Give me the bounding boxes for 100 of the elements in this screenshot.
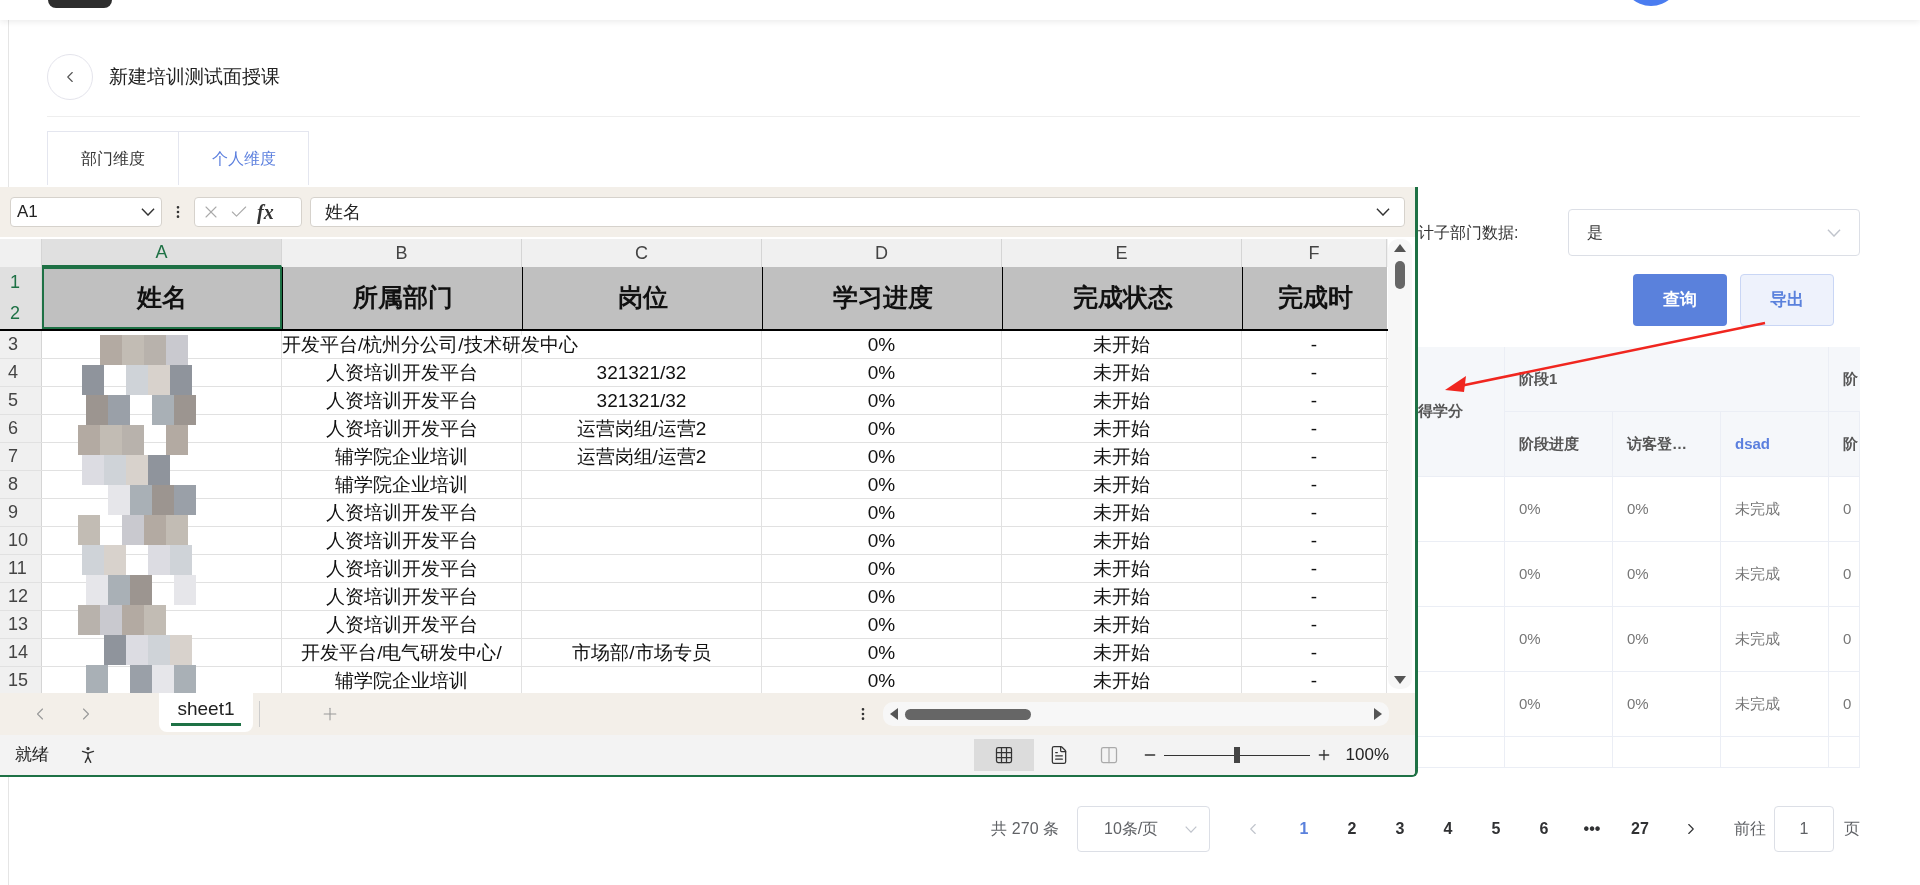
- page-button[interactable]: 1: [1280, 809, 1328, 849]
- table-cell: 未开始: [1093, 335, 1150, 354]
- function-button[interactable]: fx: [257, 197, 274, 227]
- table-cell: 人资培训开发平台: [325, 363, 478, 382]
- normal-view-button[interactable]: [973, 739, 1034, 771]
- filter-select[interactable]: 是: [1568, 209, 1860, 256]
- row-number[interactable]: 6: [0, 415, 42, 442]
- table-cell: 0%: [867, 391, 896, 410]
- header-cell[interactable]: 完成时: [1242, 267, 1387, 329]
- column-header: 得学分: [1418, 401, 1463, 422]
- table-cell: 0%: [867, 587, 896, 606]
- row-number[interactable]: 1: [0, 267, 41, 298]
- header-cell[interactable]: 姓名: [42, 267, 282, 329]
- page-title: 新建培训测试面授课: [109, 64, 280, 89]
- scroll-down-icon[interactable]: [1393, 675, 1407, 685]
- scrollbar-thumb[interactable]: [1395, 261, 1405, 289]
- table-cell: 未开始: [1093, 671, 1150, 690]
- table-cell: 未开始: [1093, 419, 1150, 438]
- table-cell: 0%: [867, 643, 896, 662]
- table-cell-text: 0%: [1519, 498, 1541, 519]
- column-header[interactable]: A: [42, 239, 282, 267]
- table-cell: 321321/32: [596, 363, 687, 382]
- table-cell: 未开始: [1093, 475, 1150, 494]
- column-header: 阶: [1843, 433, 1858, 454]
- page-button[interactable]: 2: [1328, 809, 1376, 849]
- table-cell: 0%: [867, 447, 896, 466]
- zoom-level: 100%: [1345, 744, 1389, 767]
- table-cell: 未开始: [1093, 531, 1150, 550]
- page-button[interactable]: 27: [1616, 809, 1664, 849]
- sheet-tab[interactable]: sheet1: [159, 692, 253, 732]
- scroll-right-icon[interactable]: [1373, 707, 1383, 721]
- page-button[interactable]: •••: [1568, 809, 1616, 849]
- row-number[interactable]: 14: [0, 639, 42, 666]
- name-box[interactable]: A1: [10, 197, 162, 227]
- table-cell-text: 0%: [1519, 628, 1541, 649]
- page-button[interactable]: 3: [1376, 809, 1424, 849]
- grid-icon: [993, 745, 1014, 765]
- tab[interactable]: 部门维度: [47, 131, 178, 185]
- row-number[interactable]: 9: [0, 499, 42, 526]
- row-number[interactable]: 5: [0, 387, 42, 414]
- zoom-slider[interactable]: [1163, 745, 1310, 765]
- header-cell[interactable]: 所属部门: [282, 267, 522, 329]
- header-cell[interactable]: 完成状态: [1002, 267, 1242, 329]
- query-button[interactable]: 查询: [1633, 274, 1727, 326]
- table-cell: 0%: [867, 503, 896, 522]
- table-cell-text: 0%: [1519, 693, 1541, 714]
- table-cell: 未开始: [1093, 447, 1150, 466]
- table-cell: 未开始: [1093, 615, 1150, 634]
- table-cell: 0%: [867, 531, 896, 550]
- table-cell: 人资培训开发平台: [325, 615, 478, 634]
- row-number[interactable]: 13: [0, 611, 42, 638]
- row-number[interactable]: 4: [0, 359, 42, 386]
- scroll-up-icon[interactable]: [1393, 243, 1407, 253]
- table-cell: 0%: [867, 363, 896, 382]
- horizontal-scrollbar[interactable]: [883, 702, 1389, 726]
- table-cell: 开发平台/电气研发中心/: [301, 643, 502, 662]
- table-cell: 0%: [867, 475, 896, 494]
- row-number[interactable]: 7: [0, 443, 42, 470]
- table-cell: 运营岗组/运营2: [576, 447, 707, 466]
- row-number[interactable]: 8: [0, 471, 42, 498]
- tab[interactable]: 个人维度: [178, 131, 309, 185]
- row-number[interactable]: 11: [0, 555, 42, 582]
- formula-field[interactable]: 姓名: [310, 197, 1405, 227]
- chevron-down-icon: [1376, 208, 1390, 216]
- table-cell: 人资培训开发平台: [325, 559, 478, 578]
- total-count: 共 270 条: [991, 819, 1059, 839]
- page-button[interactable]: 6: [1520, 809, 1568, 849]
- slider-thumb[interactable]: [1233, 747, 1240, 763]
- table-cell: 未开始: [1093, 503, 1150, 522]
- filter-label: 计子部门数据:: [1418, 222, 1520, 243]
- page-button[interactable]: 5: [1472, 809, 1520, 849]
- table-cell: 人资培训开发平台: [325, 503, 478, 522]
- table-cell: 未开始: [1093, 363, 1150, 382]
- status-text: 就绪: [15, 744, 49, 767]
- row-number[interactable]: 2: [0, 298, 41, 329]
- chevron-down-icon: [141, 208, 155, 216]
- column-link[interactable]: dsad: [1735, 432, 1770, 455]
- row-number[interactable]: 3: [0, 331, 42, 358]
- header-cell[interactable]: 岗位: [522, 267, 762, 329]
- table-cell: 未开始: [1093, 559, 1150, 578]
- scroll-left-icon[interactable]: [889, 707, 899, 721]
- column-header: 访客登…: [1627, 433, 1687, 454]
- table-cell: 321321/32: [596, 391, 687, 410]
- row-number[interactable]: 10: [0, 527, 42, 554]
- table-cell-text: 0: [1843, 628, 1852, 649]
- table-cell: 人资培训开发平台: [325, 419, 478, 438]
- goto-page-field[interactable]: 1: [1774, 806, 1834, 852]
- vertical-scrollbar[interactable]: [1388, 239, 1412, 689]
- table-cell: 市场部/市场专员: [572, 643, 711, 662]
- table-cell: 未开始: [1093, 391, 1150, 410]
- page-size-select[interactable]: 10条/页: [1077, 806, 1210, 852]
- column-header: 阶段进度: [1519, 433, 1579, 454]
- page-button[interactable]: 4: [1424, 809, 1472, 849]
- scrollbar-thumb[interactable]: [905, 708, 1031, 720]
- row-number[interactable]: 15: [0, 667, 42, 693]
- header-cell[interactable]: 学习进度: [762, 267, 1002, 329]
- table-cell-text: 未完成: [1735, 563, 1780, 584]
- table-cell: 辅学院企业培训: [335, 447, 468, 466]
- row-number[interactable]: 12: [0, 583, 42, 610]
- group-header: 阶: [1843, 368, 1858, 389]
